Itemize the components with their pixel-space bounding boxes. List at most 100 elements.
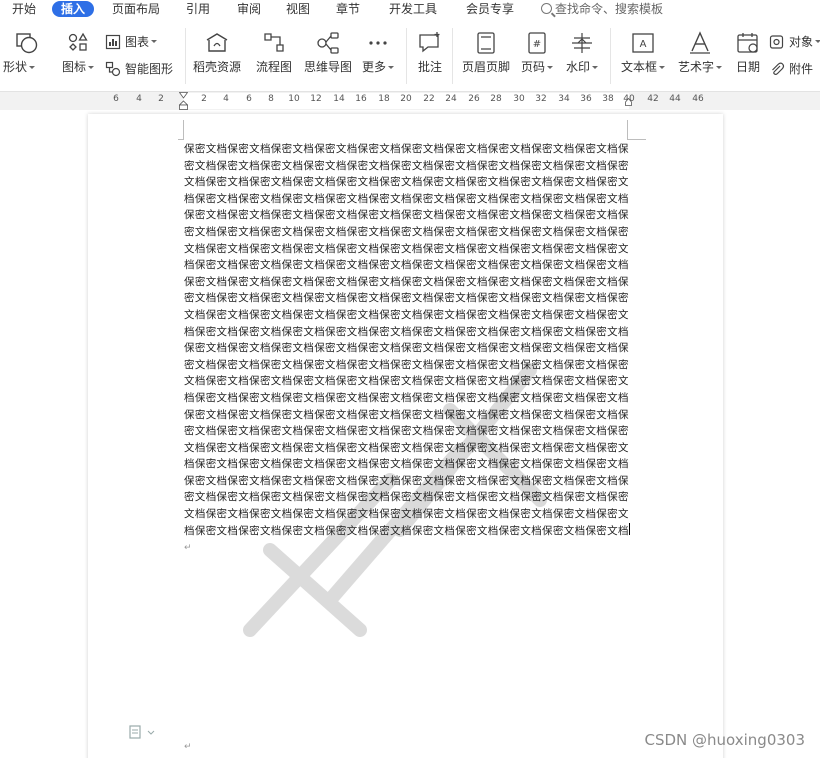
ruler-number: 46 [692, 94, 704, 104]
flowchart-button[interactable]: 流程图 [256, 30, 292, 74]
horizontal-ruler[interactable]: 6422468101214161820222426283032343638404… [0, 92, 820, 110]
chevron-down-icon [659, 66, 666, 69]
toolbar-separator [452, 28, 453, 84]
chart-icon [105, 34, 121, 50]
textbox-button[interactable]: A 文本框 [621, 30, 666, 74]
chevron-down-icon [88, 66, 95, 69]
svg-text:#: # [533, 39, 541, 50]
command-search[interactable]: 查找命令、搜索模板 [541, 1, 663, 17]
toolbar-separator [406, 28, 407, 84]
date-button[interactable]: 日期 [735, 30, 761, 74]
ruler-number: 26 [468, 94, 480, 104]
body-text-content: 保密文档保密文档保密文档保密文档保密文档保密文档保密文档保密文档保密文档保密文档… [184, 143, 629, 537]
ruler-number: 34 [558, 94, 570, 104]
shape-button[interactable]: 形状 [3, 30, 40, 74]
more-label: 更多 [362, 60, 387, 74]
csdn-credit: CSDN @huoxing0303 [644, 731, 805, 749]
watermark-icon [569, 30, 595, 56]
docer-resources-button[interactable]: 稻壳资源 [193, 30, 241, 74]
ruler-number: 2 [158, 94, 164, 104]
object-label: 对象 [789, 35, 814, 49]
toolbar-separator [610, 28, 611, 84]
page-number-button[interactable]: # 页码 [521, 30, 554, 74]
header-footer-button[interactable]: 页眉页脚 [462, 30, 510, 74]
ruler-number: 4 [223, 94, 229, 104]
menu-section[interactable]: 章节 [336, 1, 360, 17]
object-icon [769, 34, 785, 50]
ruler-number: 18 [378, 94, 390, 104]
search-icon [541, 3, 552, 14]
menu-view[interactable]: 视图 [286, 1, 310, 17]
ruler-number: 38 [602, 94, 614, 104]
menu-review[interactable]: 审阅 [237, 1, 261, 17]
chevron-down-icon [388, 66, 395, 69]
comment-icon [417, 30, 443, 56]
menu-developer[interactable]: 开发工具 [389, 1, 437, 17]
date-label: 日期 [735, 60, 760, 74]
smart-graphic-button[interactable]: 智能图形 [105, 60, 173, 77]
menu-start[interactable]: 开始 [12, 1, 36, 17]
wordart-icon [687, 30, 713, 56]
insert-ribbon: 形状 图标 图表 智能图形 稻壳资源 流程图 思维导图 更多 批注 页眉页脚 #… [0, 18, 820, 92]
icons-grid-icon [65, 30, 91, 56]
ruler-number: 10 [288, 94, 300, 104]
ruler-number: 6 [246, 94, 252, 104]
more-button[interactable]: 更多 [362, 30, 395, 74]
calendar-icon [735, 30, 761, 56]
watermark-button[interactable]: 水印 [566, 30, 599, 74]
mindmap-button[interactable]: 思维导图 [304, 30, 352, 74]
attachment-button[interactable]: 附件 [769, 60, 813, 77]
mindmap-icon [315, 30, 341, 56]
ruler-number: 44 [669, 94, 681, 104]
menu-insert[interactable]: 插入 [52, 1, 95, 17]
attachment-label: 附件 [789, 62, 814, 76]
ruler-number: 6 [113, 94, 119, 104]
comment-button[interactable]: 批注 [417, 30, 443, 74]
object-button[interactable]: 对象 [769, 33, 820, 50]
chart-button[interactable]: 图表 [105, 33, 158, 50]
ruler-number: 32 [535, 94, 547, 104]
textbox-icon: A [630, 30, 656, 56]
icon-label: 图标 [62, 60, 87, 74]
comment-label: 批注 [417, 60, 442, 74]
docer-label: 稻壳资源 [193, 60, 242, 74]
flowchart-label: 流程图 [256, 60, 293, 74]
chevron-down-icon [547, 66, 554, 69]
page-margin-corner [178, 120, 184, 140]
ruler-number: 12 [310, 94, 322, 104]
docer-icon [204, 30, 230, 56]
menu-bar: 开始 插入 页面布局 引用 审阅 视图 章节 开发工具 会员专享 查找命令、搜索… [0, 0, 820, 18]
ruler-number: 36 [580, 94, 592, 104]
header-footer-label: 页眉页脚 [462, 60, 511, 74]
ruler-number: 30 [513, 94, 525, 104]
ruler-number: 28 [490, 94, 502, 104]
right-indent-marker-icon[interactable] [625, 98, 632, 106]
menu-member[interactable]: 会员专享 [466, 1, 514, 17]
ruler-number: 14 [333, 94, 345, 104]
indent-marker-icon[interactable] [179, 92, 188, 110]
watermark-label: 水印 [566, 60, 591, 74]
wordart-button[interactable]: 艺术字 [678, 30, 723, 74]
chevron-down-icon [592, 66, 599, 69]
mindmap-label: 思维导图 [304, 60, 353, 74]
menu-references[interactable]: 引用 [186, 1, 210, 17]
ruler-number: 22 [423, 94, 435, 104]
document-map-button[interactable] [129, 725, 157, 739]
document-body-text[interactable]: 保密文档保密文档保密文档保密文档保密文档保密文档保密文档保密文档保密文档保密文档… [184, 141, 630, 557]
chart-label: 图表 [125, 35, 150, 49]
command-search-placeholder: 查找命令、搜索模板 [555, 2, 664, 16]
ruler-number: 16 [355, 94, 367, 104]
paragraph-mark: ↵ [184, 543, 192, 554]
wordart-label: 艺术字 [678, 60, 715, 74]
ruler-number: 4 [136, 94, 142, 104]
page-number-icon: # [524, 30, 550, 56]
more-dots-icon [365, 30, 391, 56]
ruler-number: 42 [647, 94, 659, 104]
menu-page-layout[interactable]: 页面布局 [112, 1, 160, 17]
shape-label: 形状 [2, 60, 27, 74]
page-margin-corner [627, 120, 646, 140]
shape-icon [14, 30, 40, 56]
icon-button[interactable]: 图标 [62, 30, 95, 74]
textbox-label: 文本框 [621, 60, 658, 74]
chevron-down-icon [29, 66, 35, 69]
